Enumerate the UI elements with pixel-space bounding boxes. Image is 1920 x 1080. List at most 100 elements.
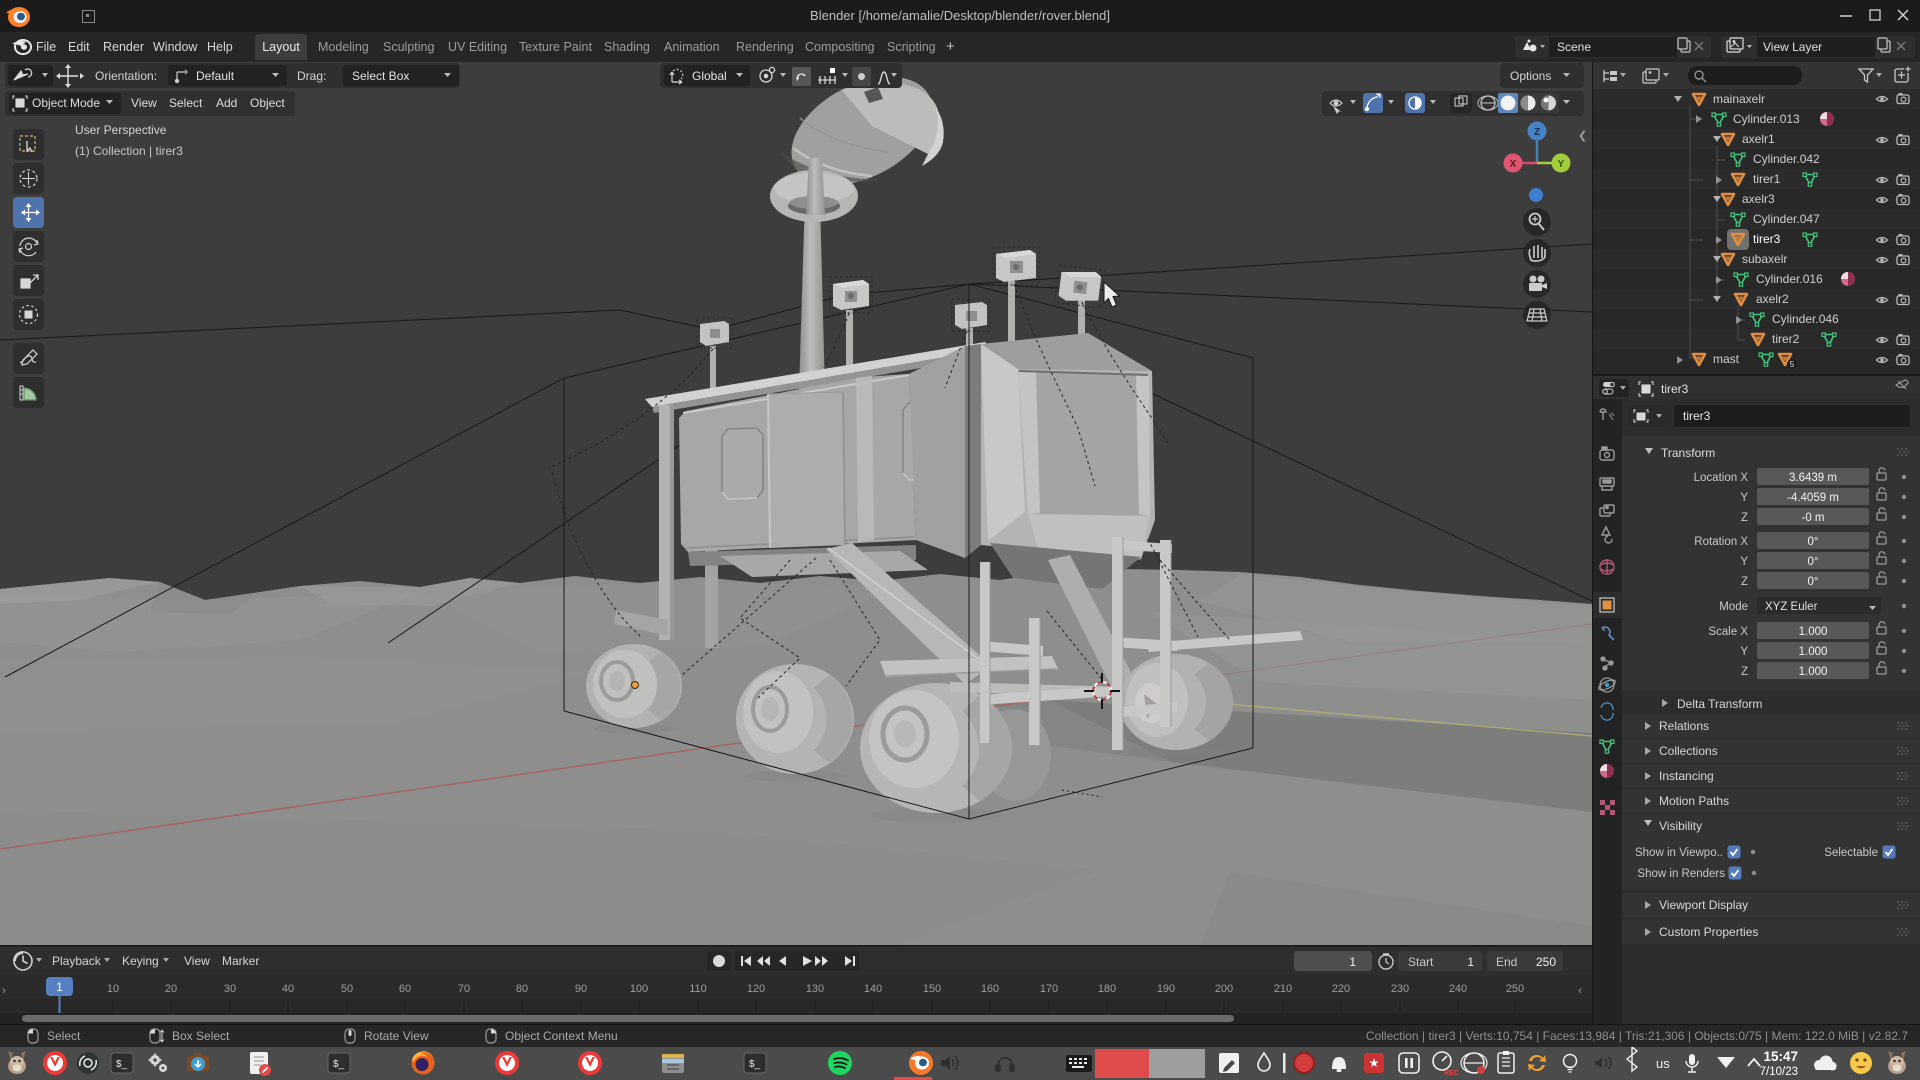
svg-text:-4.4059 m: -4.4059 m bbox=[1787, 492, 1839, 504]
svg-text:Playback: Playback bbox=[52, 954, 102, 968]
svg-text:View: View bbox=[184, 954, 210, 968]
svg-text:Show in Renders: Show in Renders bbox=[1637, 868, 1725, 880]
svg-text:240: 240 bbox=[1449, 983, 1467, 995]
svg-text:60: 60 bbox=[399, 983, 411, 995]
svg-text:Default: Default bbox=[196, 69, 235, 83]
svg-text:80: 80 bbox=[516, 983, 528, 995]
svg-text:1.000: 1.000 bbox=[1799, 626, 1828, 638]
svg-text:Object Context Menu: Object Context Menu bbox=[505, 1029, 618, 1043]
svg-text:Scale X: Scale X bbox=[1708, 626, 1748, 638]
svg-text:Mode: Mode bbox=[1719, 601, 1748, 613]
svg-text:Select: Select bbox=[47, 1029, 81, 1043]
svg-text:Transform: Transform bbox=[1661, 446, 1715, 460]
svg-text:Options: Options bbox=[1510, 69, 1551, 83]
svg-text:User Perspective: User Perspective bbox=[75, 123, 167, 137]
svg-text:20: 20 bbox=[165, 983, 177, 995]
svg-text:Instancing: Instancing bbox=[1659, 769, 1714, 783]
svg-text:axelr2: axelr2 bbox=[1756, 292, 1789, 306]
svg-text:Drag:: Drag: bbox=[297, 69, 326, 83]
svg-text:Orientation:: Orientation: bbox=[95, 69, 157, 83]
svg-text:200: 200 bbox=[1215, 983, 1233, 995]
svg-text:Z: Z bbox=[1741, 666, 1748, 678]
svg-text:220: 220 bbox=[1332, 983, 1350, 995]
svg-text:Y: Y bbox=[1740, 492, 1748, 504]
svg-text:X: X bbox=[1510, 159, 1517, 170]
svg-text:190: 190 bbox=[1157, 983, 1175, 995]
svg-text:5: 5 bbox=[1790, 360, 1795, 369]
svg-text:160: 160 bbox=[981, 983, 999, 995]
svg-text:Box Select: Box Select bbox=[172, 1029, 230, 1043]
svg-text:Delta Transform: Delta Transform bbox=[1677, 697, 1762, 711]
svg-text:mast: mast bbox=[1713, 352, 1740, 366]
svg-text:1: 1 bbox=[1467, 955, 1474, 969]
svg-text:0°: 0° bbox=[1808, 556, 1819, 568]
svg-text:Y: Y bbox=[1740, 646, 1748, 658]
svg-text:Scene: Scene bbox=[1557, 40, 1591, 54]
svg-text:Keying: Keying bbox=[122, 954, 159, 968]
svg-text:50: 50 bbox=[341, 983, 353, 995]
svg-text:axelr3: axelr3 bbox=[1742, 192, 1775, 206]
svg-text:View Layer: View Layer bbox=[1763, 40, 1822, 54]
svg-text:Start: Start bbox=[1408, 955, 1434, 969]
svg-text:170: 170 bbox=[1040, 983, 1058, 995]
svg-text:us: us bbox=[1656, 1056, 1670, 1071]
svg-text:150: 150 bbox=[923, 983, 941, 995]
svg-text:Z: Z bbox=[1534, 127, 1540, 138]
svg-text:7/10/23: 7/10/23 bbox=[1760, 1066, 1798, 1078]
svg-text:180: 180 bbox=[1098, 983, 1116, 995]
svg-text:Relations: Relations bbox=[1659, 719, 1709, 733]
svg-text:Y: Y bbox=[1740, 556, 1748, 568]
svg-text:tirer3: tirer3 bbox=[1683, 409, 1711, 423]
svg-text:100: 100 bbox=[630, 983, 648, 995]
svg-text:40: 40 bbox=[282, 983, 294, 995]
svg-text:tirer1: tirer1 bbox=[1753, 172, 1781, 186]
svg-text:Rotate View: Rotate View bbox=[364, 1029, 429, 1043]
svg-text:110: 110 bbox=[689, 983, 707, 995]
svg-text:Select Box: Select Box bbox=[352, 69, 409, 83]
svg-text:230: 230 bbox=[1391, 983, 1409, 995]
svg-text:Location X: Location X bbox=[1694, 472, 1749, 484]
svg-text:120: 120 bbox=[747, 983, 765, 995]
svg-text:-0 m: -0 m bbox=[1802, 512, 1825, 524]
svg-text:210: 210 bbox=[1274, 983, 1292, 995]
svg-text:XYZ Euler: XYZ Euler bbox=[1765, 601, 1818, 613]
svg-text:130: 130 bbox=[806, 983, 824, 995]
svg-text:‹: ‹ bbox=[1578, 983, 1582, 997]
svg-text:Cylinder.046: Cylinder.046 bbox=[1772, 312, 1839, 326]
svg-text:Object: Object bbox=[250, 96, 285, 110]
svg-text:Collections: Collections bbox=[1659, 744, 1718, 758]
svg-text:250: 250 bbox=[1536, 955, 1556, 969]
svg-text:0°: 0° bbox=[1808, 536, 1819, 548]
svg-text:90: 90 bbox=[575, 983, 587, 995]
svg-text:15:47: 15:47 bbox=[1763, 1049, 1798, 1064]
svg-text:0°: 0° bbox=[1808, 576, 1819, 588]
svg-text:›: › bbox=[2, 983, 6, 997]
svg-text:30: 30 bbox=[224, 983, 236, 995]
svg-text:View: View bbox=[131, 96, 157, 110]
svg-text:Y: Y bbox=[1558, 159, 1565, 170]
svg-text:Z: Z bbox=[1741, 512, 1748, 524]
svg-text:Z: Z bbox=[1741, 576, 1748, 588]
svg-text:Show in Viewpo..: Show in Viewpo.. bbox=[1635, 847, 1723, 859]
svg-text:End: End bbox=[1496, 955, 1517, 969]
svg-text:Marker: Marker bbox=[222, 954, 259, 968]
svg-text:Viewport Display: Viewport Display bbox=[1659, 898, 1748, 912]
svg-text:1.000: 1.000 bbox=[1799, 646, 1828, 658]
svg-text:❮: ❮ bbox=[1578, 130, 1587, 142]
svg-text:Cylinder.047: Cylinder.047 bbox=[1753, 212, 1820, 226]
svg-text:Select: Select bbox=[169, 96, 203, 110]
svg-text:1: 1 bbox=[1349, 955, 1356, 969]
svg-text:Custom Properties: Custom Properties bbox=[1659, 925, 1758, 939]
svg-text:mainaxelr: mainaxelr bbox=[1713, 92, 1765, 106]
svg-text:Collection | tirer3 | Verts:10: Collection | tirer3 | Verts:10,754 | Fac… bbox=[1366, 1029, 1908, 1043]
svg-text:1: 1 bbox=[56, 982, 62, 994]
svg-text:140: 140 bbox=[864, 983, 882, 995]
svg-text:Cylinder.042: Cylinder.042 bbox=[1753, 152, 1820, 166]
svg-text:Visibility: Visibility bbox=[1659, 819, 1702, 833]
svg-text:subaxelr: subaxelr bbox=[1742, 252, 1787, 266]
svg-text:70: 70 bbox=[458, 983, 470, 995]
svg-text:Motion Paths: Motion Paths bbox=[1659, 794, 1729, 808]
svg-text:REC: REC bbox=[1444, 1070, 1459, 1077]
svg-text:tirer3: tirer3 bbox=[1661, 382, 1689, 396]
svg-text:1.000: 1.000 bbox=[1799, 666, 1828, 678]
